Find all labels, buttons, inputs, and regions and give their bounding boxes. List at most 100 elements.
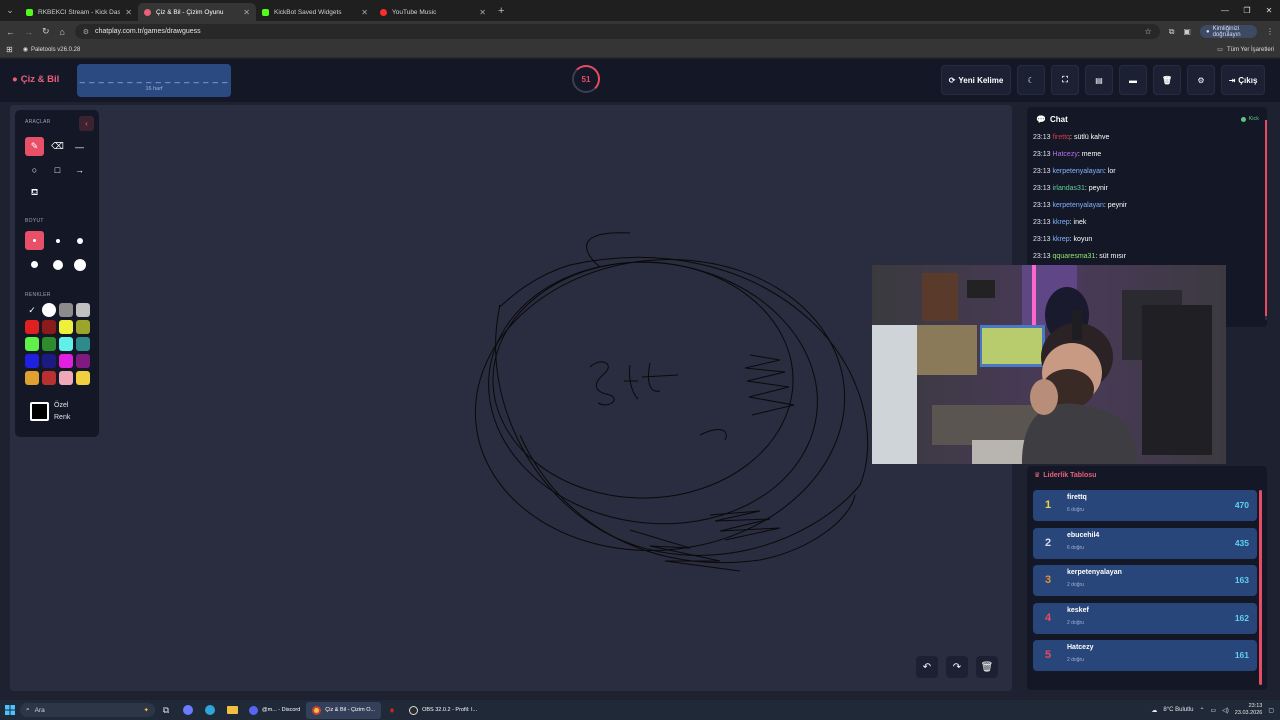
color-swatch[interactable] — [59, 354, 73, 368]
color-swatch[interactable]: ✓ — [25, 303, 39, 317]
weather-cloud-icon[interactable]: ☁ — [1151, 707, 1157, 714]
color-swatch[interactable] — [25, 354, 39, 368]
color-swatch[interactable] — [25, 371, 39, 385]
volume-icon[interactable]: ◁) — [1222, 707, 1229, 714]
color-swatch[interactable] — [25, 337, 39, 351]
color-swatch[interactable] — [42, 303, 56, 317]
circle-tool[interactable]: ○ — [25, 160, 44, 179]
color-swatch[interactable] — [42, 371, 56, 385]
apps-grid-icon[interactable]: ⊞ — [6, 45, 13, 54]
message-user[interactable]: Hatcezy — [1053, 151, 1078, 158]
fill-tool[interactable]: ⛾ — [25, 183, 44, 202]
color-swatch[interactable] — [42, 354, 56, 368]
message-user[interactable]: qquaresma31 — [1053, 253, 1096, 260]
redo-button[interactable]: ↷ — [946, 656, 968, 678]
custom-color-button[interactable] — [30, 402, 49, 421]
tab-search-chevron-icon[interactable]: ⌄ — [0, 0, 20, 21]
browser-tab-kickbot[interactable]: KickBot Saved Widgets ✕ — [256, 3, 374, 21]
bookmark-paletools[interactable]: ◉ Paletools v26.0.28 — [23, 46, 81, 54]
site-info-icon[interactable]: ⚙ — [83, 28, 89, 36]
task-view-icon[interactable]: ⧉ — [155, 700, 177, 720]
color-swatch[interactable] — [59, 320, 73, 334]
restore-icon[interactable]: ❐ — [1236, 0, 1258, 21]
weather-label[interactable]: 8°C Bulutlu — [1163, 707, 1193, 713]
color-swatch[interactable] — [59, 337, 73, 351]
size-3-button[interactable] — [70, 231, 89, 250]
arrow-tool[interactable]: → — [70, 160, 89, 179]
size-5-button[interactable] — [48, 255, 67, 274]
color-swatch[interactable] — [76, 354, 90, 368]
chat-scrollbar[interactable] — [1265, 120, 1267, 320]
fullscreen-button[interactable]: ⛶ — [1051, 65, 1079, 95]
notification-icon[interactable]: ▢ — [1268, 707, 1274, 714]
close-icon[interactable]: ✕ — [125, 8, 132, 17]
network-icon[interactable]: ▭ — [1211, 707, 1217, 714]
close-icon[interactable]: ✕ — [479, 8, 486, 17]
color-swatch[interactable] — [76, 303, 90, 317]
taskbar-app-obs[interactable]: OBS 32.0.2 - Profil: I... — [403, 702, 483, 719]
home-icon[interactable]: ⌂ — [59, 27, 66, 37]
panel-toggle-button[interactable]: ▬ — [1119, 65, 1147, 95]
message-user[interactable]: kkrep — [1053, 219, 1070, 226]
close-window-icon[interactable]: ✕ — [1258, 0, 1280, 21]
new-word-button[interactable]: ⟳ Yeni Kelime — [941, 65, 1011, 95]
message-user[interactable]: kkrep — [1053, 236, 1070, 243]
collapse-panel-button[interactable]: ‹ — [79, 116, 94, 131]
system-clock[interactable]: 23:13 23.03.2026 — [1235, 703, 1263, 717]
chevron-up-icon[interactable]: ⌃ — [1199, 707, 1204, 714]
color-swatch[interactable] — [59, 371, 73, 385]
extensions-puzzle-icon[interactable]: ⧉ — [1169, 27, 1175, 37]
new-tab-plus-icon[interactable]: + — [498, 5, 504, 17]
clear-button[interactable]: 🗑 — [1153, 65, 1181, 95]
forward-arrow-icon[interactable]: → — [24, 27, 33, 37]
color-swatch[interactable] — [42, 320, 56, 334]
scrollbar-thumb[interactable] — [1265, 120, 1267, 316]
message-user[interactable]: kerpetenyalayan — [1053, 168, 1104, 175]
profile-button[interactable]: ● Kimliğinizi doğrulayın — [1199, 25, 1257, 38]
browser-menu-icon[interactable]: ⋮ — [1266, 27, 1274, 36]
close-icon[interactable]: ✕ — [243, 8, 250, 17]
start-button[interactable] — [0, 705, 20, 715]
rectangle-tool[interactable]: □ — [48, 160, 67, 179]
browser-tab-youtube-music[interactable]: YouTube Music ✕ — [374, 3, 492, 21]
taskbar-search-input[interactable]: ⌕ Ara ✦ — [20, 703, 155, 717]
minimize-icon[interactable]: — — [1214, 0, 1236, 21]
browser-tab-kick[interactable]: RKBEKCI Stream - Kick Dashbo... ✕ — [20, 3, 138, 21]
downloads-icon[interactable]: ▣ — [1183, 27, 1191, 36]
red-app-icon[interactable]: ♦ — [381, 700, 403, 720]
color-swatch[interactable] — [25, 320, 39, 334]
undo-button[interactable]: ↶ — [916, 656, 938, 678]
message-user[interactable]: firettq — [1053, 134, 1071, 141]
message-user[interactable]: kerpetenyalayan — [1053, 202, 1104, 209]
all-bookmarks-folder[interactable]: ▭ Tüm Yer İşaretleri — [1217, 46, 1274, 54]
size-6-button[interactable] — [70, 255, 89, 274]
message-user[interactable]: irlandas31 — [1053, 185, 1085, 192]
line-tool[interactable]: — — [70, 137, 89, 156]
reload-icon[interactable]: ↻ — [42, 26, 50, 37]
taskbar-app-chrome[interactable]: Çiz & Bil - Çizim O... — [306, 701, 382, 719]
brand-logo[interactable]: ● Çiz & Bil — [12, 74, 59, 85]
size-2-button[interactable] — [48, 231, 67, 250]
color-swatch[interactable] — [76, 371, 90, 385]
settings-button[interactable]: ⚙ — [1187, 65, 1215, 95]
color-swatch[interactable] — [42, 337, 56, 351]
taskbar-app-discord[interactable]: @m... - Discord — [243, 702, 306, 719]
chat-toggle-button[interactable]: ▤ — [1085, 65, 1113, 95]
leaderboard-scrollbar[interactable] — [1259, 490, 1262, 685]
drawing-canvas[interactable] — [10, 105, 1012, 691]
browser-tab-cizbil[interactable]: Çiz & Bil - Çizim Oyunu ✕ — [138, 3, 256, 21]
clear-canvas-button[interactable]: 🗑 — [976, 656, 998, 678]
color-swatch[interactable] — [76, 337, 90, 351]
exit-button[interactable]: ⇥ Çıkış — [1221, 65, 1265, 95]
size-4-button[interactable] — [25, 255, 44, 274]
url-input[interactable]: ⚙ chatplay.com.tr/games/drawguess ☆ — [74, 24, 1160, 39]
size-1-button[interactable] — [25, 231, 44, 250]
edge-browser-icon[interactable] — [199, 700, 221, 720]
bookmark-star-icon[interactable]: ☆ — [1145, 27, 1152, 36]
pen-tool[interactable]: ✎ — [25, 137, 44, 156]
dark-mode-button[interactable]: ☾ — [1017, 65, 1045, 95]
color-swatch[interactable] — [59, 303, 73, 317]
close-icon[interactable]: ✕ — [361, 8, 368, 17]
eraser-tool[interactable]: ⌫ — [48, 137, 67, 156]
copilot-icon[interactable] — [177, 700, 199, 720]
